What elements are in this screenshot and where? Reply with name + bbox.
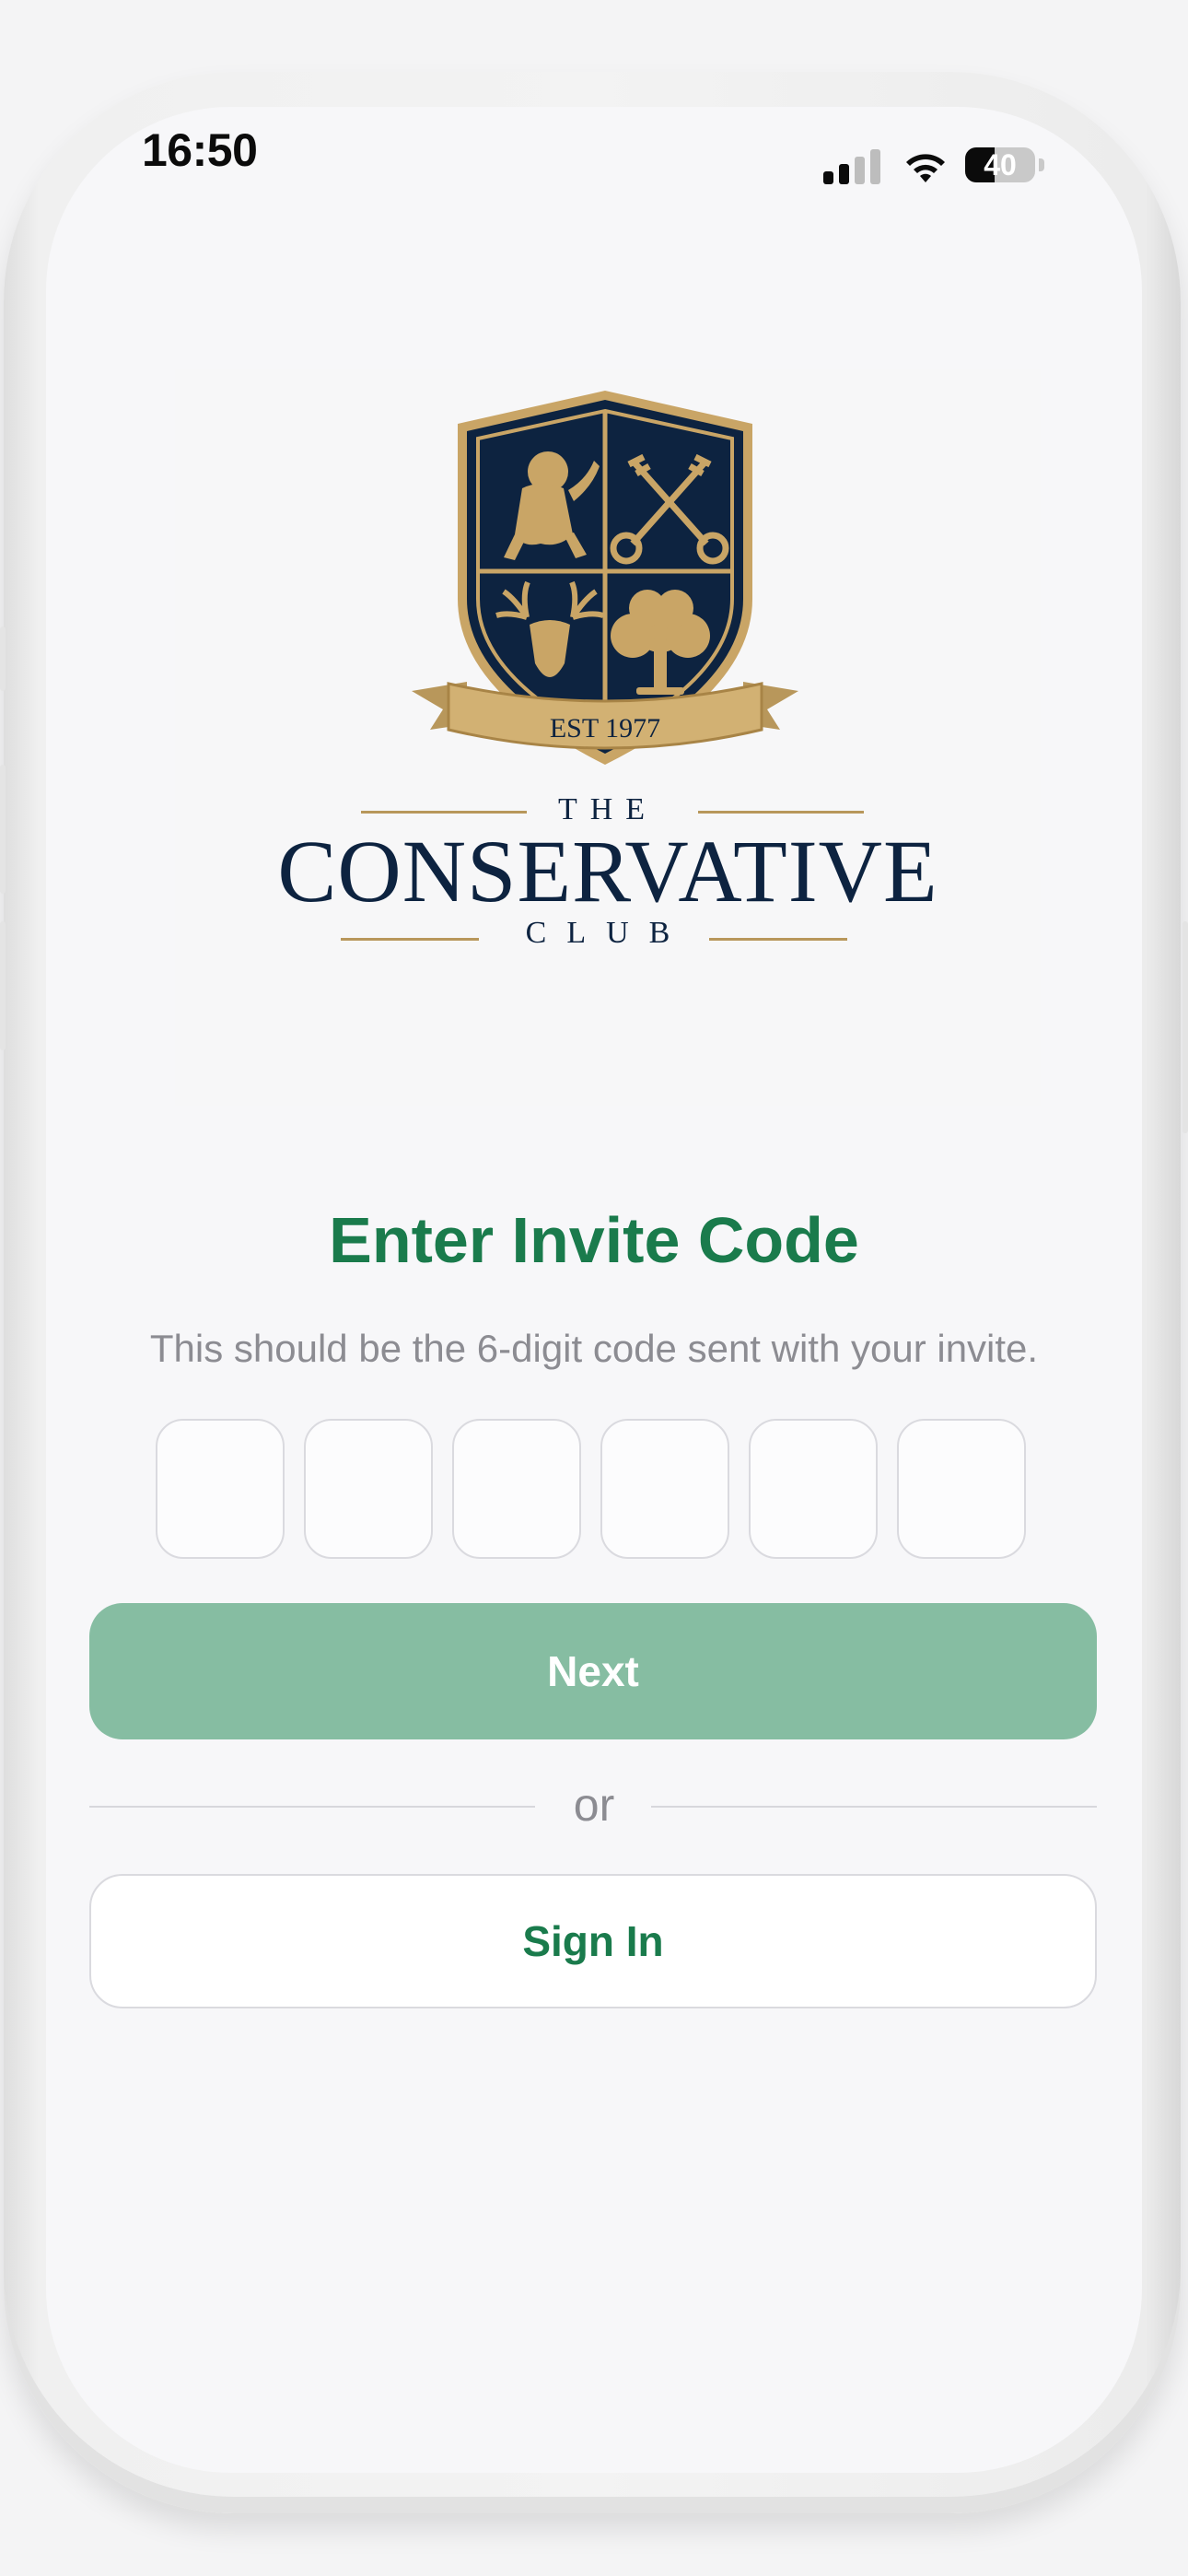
battery-level: 40	[984, 148, 1017, 181]
divider-right	[651, 1806, 1097, 1808]
code-digit-4[interactable]	[600, 1419, 729, 1559]
device-silent-switch	[0, 626, 6, 691]
club-crest-icon: EST 1977	[412, 391, 798, 765]
page-subtitle: This should be the 6-digit code sent wit…	[149, 1327, 1039, 1370]
code-digit-6[interactable]	[897, 1419, 1026, 1559]
device-volume-down	[0, 921, 6, 1050]
sign-in-button[interactable]: Sign In	[89, 1874, 1097, 2008]
battery-cap	[1039, 158, 1044, 171]
logo-text-club: CLUB	[525, 916, 691, 950]
device-power-button	[1182, 921, 1188, 1133]
code-digit-3[interactable]	[452, 1419, 581, 1559]
or-divider-label: or	[573, 1779, 615, 1831]
code-digit-5[interactable]	[749, 1419, 878, 1559]
logo-text-name: CONSERVATIVE	[277, 822, 938, 920]
code-digit-2[interactable]	[304, 1419, 433, 1559]
next-button[interactable]: Next	[89, 1603, 1097, 1739]
status-time: 16:50	[142, 124, 258, 176]
device-volume-up	[0, 765, 6, 894]
page-title: Enter Invite Code	[329, 1204, 859, 1276]
wifi-icon	[906, 154, 945, 182]
battery-icon: 40	[965, 147, 1035, 182]
club-logo: EST 1977 THE CONSERVATIVE CLUB	[175, 369, 1041, 1106]
crest-banner-text: EST 1977	[550, 713, 660, 744]
code-digit-1[interactable]	[156, 1419, 285, 1559]
cellular-signal-icon	[823, 146, 882, 190]
